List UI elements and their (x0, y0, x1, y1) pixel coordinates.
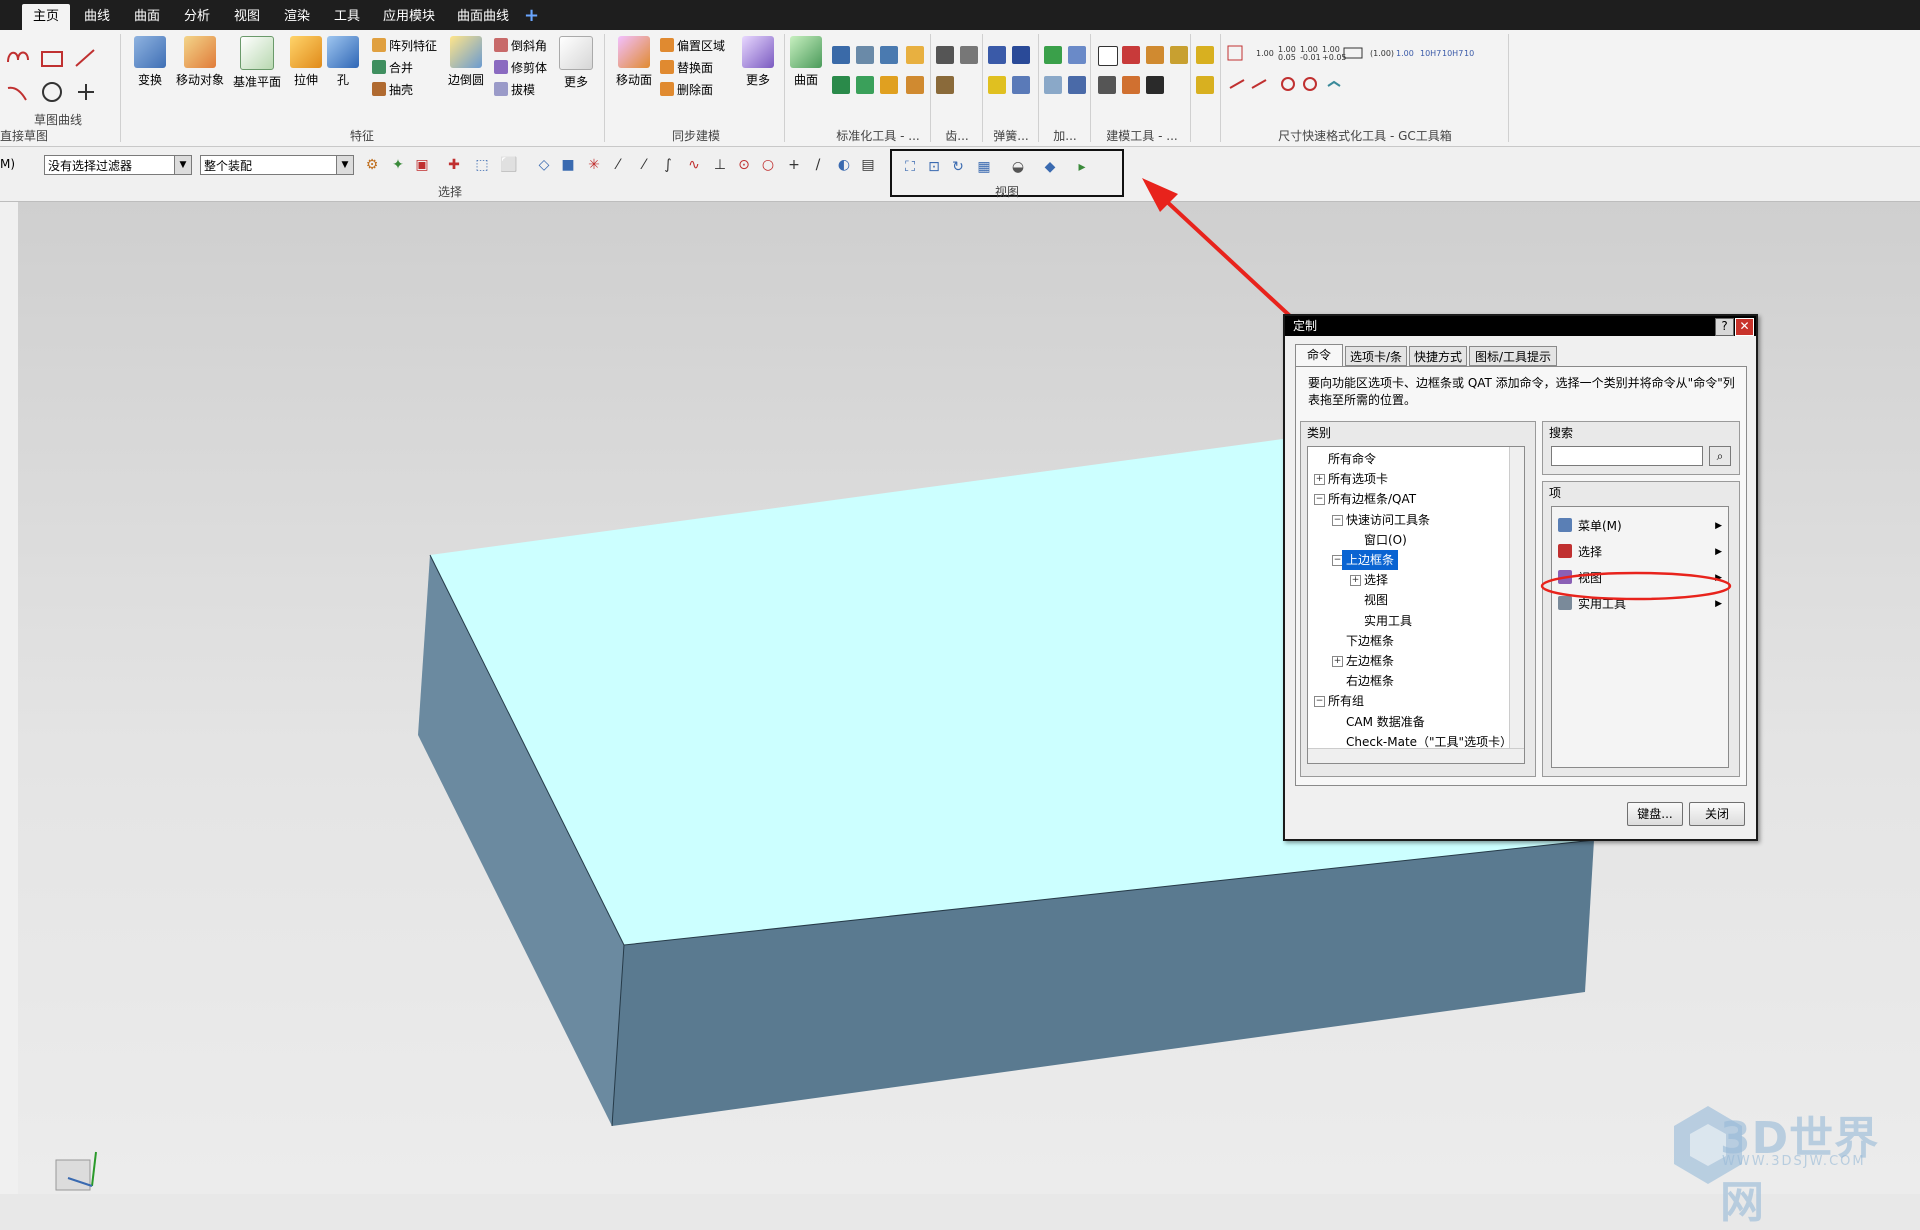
tab-icons-tooltips[interactable]: 图标/工具提示 (1469, 346, 1557, 366)
tree-expander-icon[interactable]: + (1314, 474, 1325, 486)
command-item-icon (1558, 544, 1572, 558)
tree-expander-icon[interactable]: + (1332, 656, 1343, 667)
category-label: 类别 (1307, 426, 1332, 440)
tree-item[interactable]: 右边框条 (1346, 671, 1394, 691)
items-label: 项 (1549, 486, 1562, 500)
help-icon[interactable]: ? (1715, 318, 1734, 336)
tree-item[interactable]: 上边框条 (1342, 550, 1399, 570)
tree-item[interactable]: 所有命令 (1328, 449, 1376, 469)
submenu-arrow-icon: ▶ (1715, 573, 1722, 583)
search-input[interactable] (1551, 446, 1703, 466)
close-icon[interactable]: ✕ (1735, 318, 1754, 336)
search-button[interactable]: ⌕ (1709, 446, 1731, 466)
customize-dialog: 定制 ? ✕ 命令 选项卡/条 快捷方式 图标/工具提示 要向功能区选项卡、边框… (1283, 314, 1758, 841)
tree-horizontal-scrollbar[interactable] (1308, 748, 1524, 763)
tree-item[interactable]: 快速访问工具条 (1346, 510, 1430, 530)
command-item-icon (1558, 570, 1572, 584)
submenu-arrow-icon: ▶ (1715, 521, 1722, 531)
command-item-label: 菜单(M) (1578, 519, 1622, 533)
command-item-icon (1558, 596, 1572, 610)
tree-vertical-scrollbar[interactable] (1509, 447, 1524, 749)
tree-item[interactable]: 窗口(O) (1364, 530, 1407, 550)
axis-triad-icon (55, 1151, 97, 1191)
command-item-label: 实用工具 (1578, 597, 1627, 611)
search-frame: 搜索 ⌕ (1542, 421, 1740, 475)
tree-expander-icon[interactable]: − (1332, 514, 1343, 526)
close-button[interactable]: 关闭 (1689, 802, 1745, 826)
command-item[interactable]: 菜单(M) ▶ (1558, 515, 1722, 537)
tree-item[interactable]: 所有组 (1328, 691, 1364, 711)
tree-item[interactable]: CAM 数据准备 (1346, 712, 1425, 732)
tree-expander-icon[interactable]: + (1350, 575, 1361, 587)
instruction-text: 要向功能区选项卡、边框条或 QAT 添加命令，选择一个类别并将命令从"命令"列表… (1308, 376, 1735, 407)
category-frame: 类别 所有命令 + 所有选项卡 − 所有边框条/QAT − 快速访问工具条 窗口(O) − 上边框… (1300, 421, 1536, 777)
command-item[interactable]: 实用工具 ▶ (1558, 593, 1722, 615)
tree-item[interactable]: 视图 (1364, 590, 1388, 610)
tree-item[interactable]: 下边框条 (1346, 631, 1394, 651)
tab-tabs-bars[interactable]: 选项卡/条 (1345, 346, 1407, 366)
command-item[interactable]: 选择 ▶ (1558, 541, 1722, 563)
commands-panel: 要向功能区选项卡、边框条或 QAT 添加命令，选择一个类别并将命令从"命令"列表… (1295, 366, 1747, 786)
search-label: 搜索 (1549, 426, 1574, 440)
dialog-title[interactable]: 定制 (1285, 316, 1756, 336)
submenu-arrow-icon: ▶ (1715, 547, 1722, 557)
items-frame: 项 菜单(M) ▶ 选择 ▶ 视图 ▶ 实用工具 ▶ (1542, 481, 1740, 777)
command-item-label: 视图 (1578, 571, 1603, 585)
tree-expander-icon[interactable]: − (1314, 494, 1325, 506)
command-item[interactable]: 视图 ▶ (1558, 567, 1722, 589)
category-tree[interactable]: 所有命令 + 所有选项卡 − 所有边框条/QAT − 快速访问工具条 窗口(O) − 上边框条 + 选… (1307, 446, 1525, 764)
watermark-url: WWW.3DSJW.COM (1722, 1154, 1866, 1169)
tab-shortcuts[interactable]: 快捷方式 (1409, 346, 1467, 366)
tree-expander-icon[interactable]: − (1314, 696, 1325, 708)
tree-item[interactable]: 左边框条 (1346, 651, 1394, 671)
tree-item[interactable]: 实用工具 (1364, 611, 1412, 631)
items-list[interactable]: 菜单(M) ▶ 选择 ▶ 视图 ▶ 实用工具 ▶ (1551, 506, 1729, 768)
command-item-label: 选择 (1578, 545, 1603, 559)
submenu-arrow-icon: ▶ (1715, 599, 1722, 609)
tree-item[interactable]: 所有边框条/QAT (1328, 489, 1416, 509)
search-icon: ⌕ (1716, 449, 1724, 463)
tree-item[interactable]: 所有选项卡 (1328, 469, 1388, 489)
tab-commands[interactable]: 命令 (1295, 344, 1343, 367)
keyboard-button[interactable]: 键盘... (1627, 802, 1683, 826)
tree-item[interactable]: 选择 (1364, 570, 1388, 590)
command-item-icon (1558, 518, 1572, 532)
